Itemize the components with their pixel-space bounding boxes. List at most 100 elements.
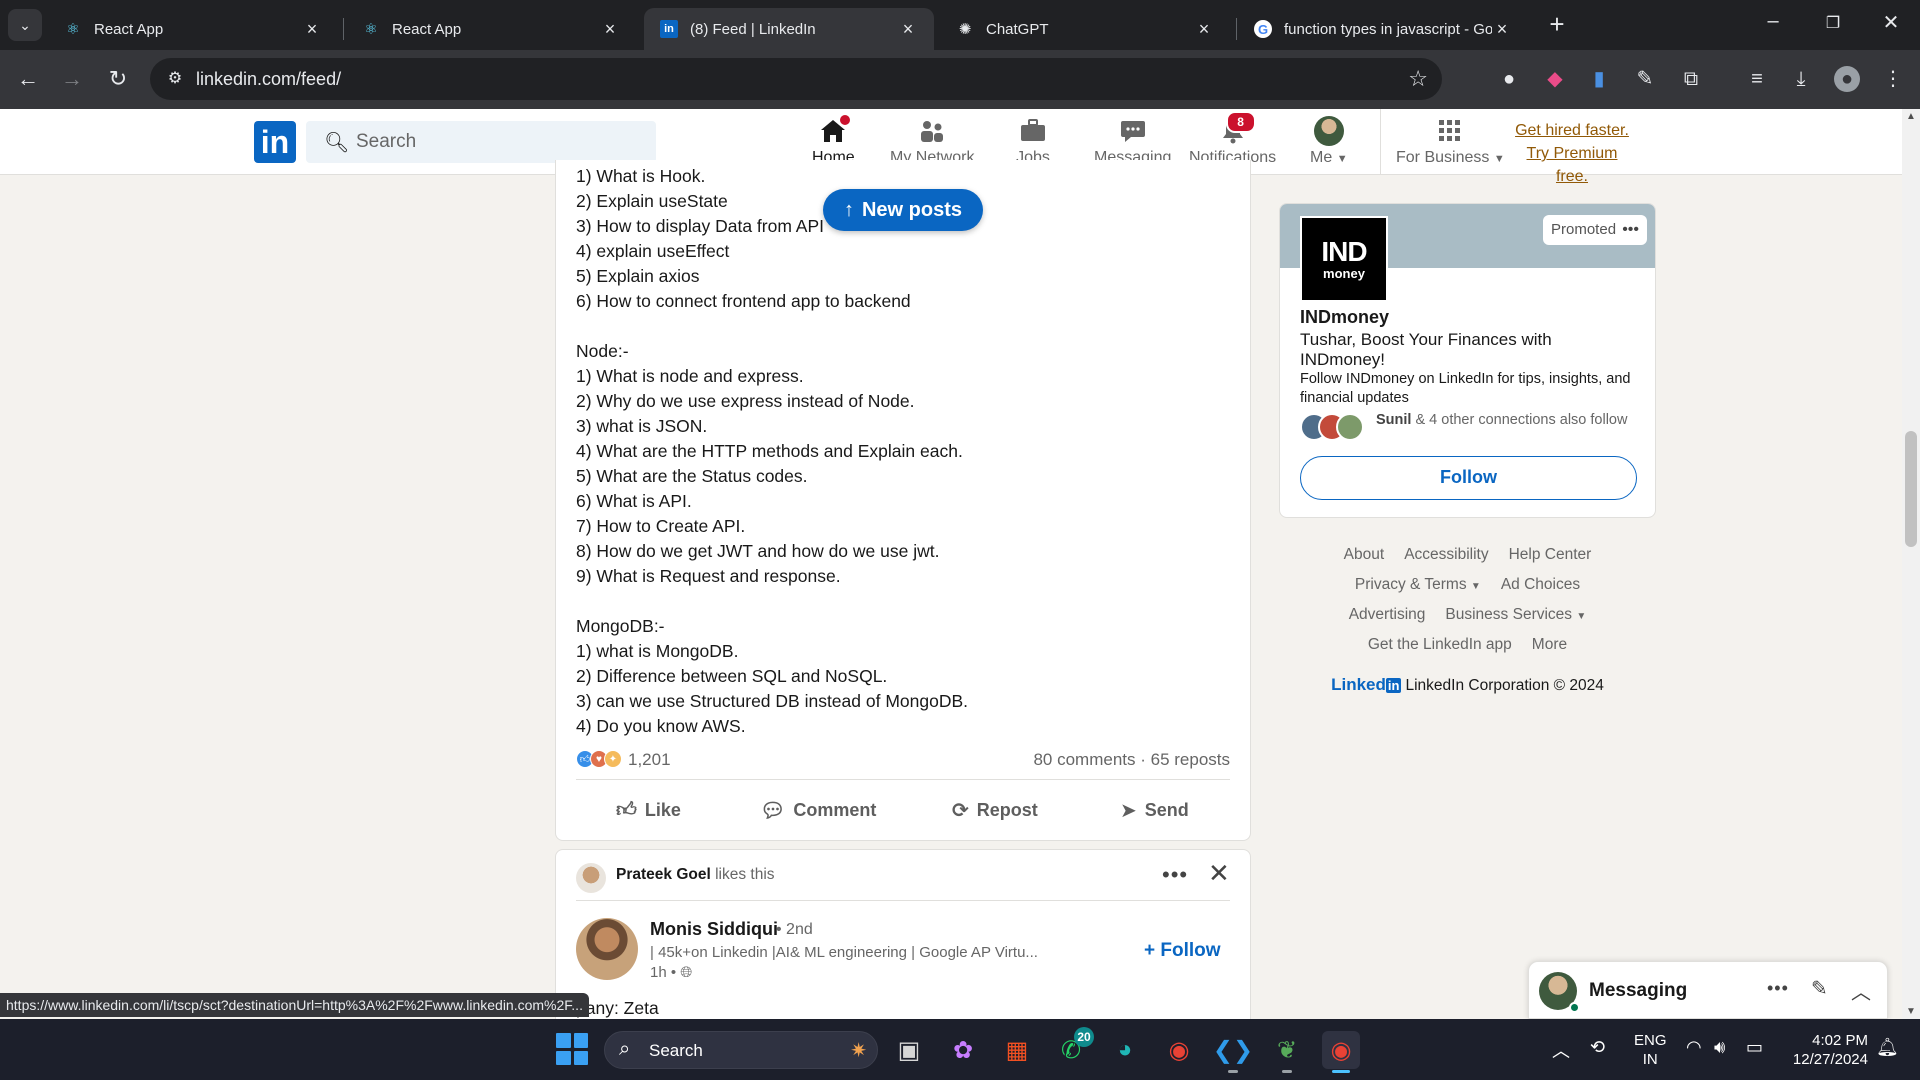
footer-link-help-center[interactable]: Help Center (1509, 546, 1592, 564)
compose-icon[interactable]: ✎ (1811, 976, 1828, 1001)
avatar[interactable] (576, 863, 606, 893)
extension-color-icon[interactable]: ◆ (1542, 66, 1568, 92)
tab-search-button[interactable]: ⌄ (8, 9, 42, 41)
author-name[interactable]: Monis Siddiqui (650, 919, 778, 940)
tab-chatgpt[interactable]: ✺ ChatGPT × (940, 8, 1230, 50)
search-input[interactable] (356, 121, 646, 163)
close-icon[interactable]: ✕ (1208, 858, 1230, 889)
chevron-up-icon[interactable]: ︿ (1552, 1037, 1570, 1063)
windows-start-icon[interactable] (556, 1033, 588, 1065)
nav-me[interactable]: Me ▼ (1310, 115, 1348, 175)
like-button[interactable]: 👍︎ Like (616, 795, 681, 825)
footer-link-more[interactable]: More (1532, 636, 1567, 654)
close-window-icon[interactable]: ✕ (1876, 10, 1906, 35)
url-text[interactable]: linkedin.com/feed/ (196, 69, 341, 90)
scroll-down-arrow-icon[interactable]: ▼ (1906, 1006, 1916, 1017)
follow-company-button[interactable]: Follow (1300, 456, 1637, 500)
search-box[interactable]: 🔍︎ (306, 121, 656, 163)
chevron-up-icon[interactable]: ︿ (1851, 976, 1871, 1005)
post-line: 9) What is Request and response. (576, 566, 841, 586)
taskbar-search[interactable]: ⌕ Search ✷ (604, 1031, 878, 1069)
chrome-icon[interactable]: ◉ (1160, 1031, 1198, 1069)
close-icon[interactable]: × (302, 19, 322, 40)
extensions-puzzle-icon[interactable]: ⧉ (1678, 66, 1704, 92)
comment-button[interactable]: 💬︎ Comment (760, 795, 876, 825)
search-icon: 🔍︎ (324, 132, 350, 154)
send-button[interactable]: ➤ Send (1120, 795, 1189, 825)
reaction-icons[interactable]: 👍︎ ♥ ✦ (576, 750, 622, 768)
post-line: Node:- (576, 341, 629, 361)
extension-docs-icon[interactable]: ▮ (1586, 66, 1612, 92)
reaction-count[interactable]: 1,201 (628, 750, 671, 770)
close-icon[interactable]: × (600, 19, 620, 40)
more-options-icon[interactable]: ••• (1162, 862, 1188, 888)
page-scrollbar[interactable]: ▲ ▼ (1902, 109, 1920, 1019)
more-options-icon[interactable]: ••• (1767, 978, 1789, 999)
copilot-icon[interactable]: ✿ (944, 1031, 982, 1069)
battery-icon[interactable]: ▭ (1746, 1037, 1763, 1058)
browser-menu-icon[interactable]: ⋮ (1880, 66, 1906, 92)
profile-avatar[interactable]: ● (1834, 66, 1860, 92)
whatsapp-icon[interactable]: ✆ 20 (1052, 1027, 1094, 1069)
media-control-icon[interactable]: ≡ (1744, 66, 1770, 92)
sync-icon[interactable]: ⟲ (1590, 1037, 1605, 1058)
new-posts-button[interactable]: ↑ New posts (823, 189, 983, 231)
extension-eyedropper-icon[interactable]: ✎ (1632, 66, 1658, 92)
tab-react-app-1[interactable]: ⚛ React App × (48, 8, 338, 50)
address-bar[interactable]: ⚙ linkedin.com/feed/ ☆ (150, 58, 1442, 100)
close-icon[interactable]: × (1194, 19, 1214, 40)
footer-link-advertising[interactable]: Advertising (1349, 606, 1426, 624)
company-name[interactable]: INDmoney (1300, 307, 1389, 328)
volume-icon[interactable]: 🔊︎ (1714, 1037, 1725, 1058)
nav-for-business[interactable]: For Business ▼ (1396, 115, 1505, 175)
footer-link-about[interactable]: About (1344, 546, 1385, 564)
more-options-icon[interactable]: ••• (1622, 215, 1639, 245)
wifi-icon[interactable]: ◠ (1686, 1037, 1702, 1058)
liker-name[interactable]: Prateek Goel (616, 866, 711, 883)
linkedin-logo[interactable]: in (254, 121, 296, 163)
mongodb-compass-icon[interactable]: ❦ (1268, 1031, 1306, 1073)
restore-icon[interactable]: ❐ (1818, 13, 1848, 33)
task-view-icon[interactable]: ▣ (890, 1031, 928, 1069)
scroll-up-arrow-icon[interactable]: ▲ (1906, 111, 1916, 122)
site-info-icon[interactable]: ⚙ (164, 68, 186, 90)
promoted-label[interactable]: Promoted ••• (1543, 215, 1647, 245)
close-icon[interactable]: × (898, 19, 918, 40)
footer-link-ad-choices[interactable]: Ad Choices (1501, 576, 1580, 594)
reload-icon[interactable]: ↻ (102, 64, 134, 96)
store-icon[interactable]: ▦ (998, 1031, 1036, 1069)
back-icon[interactable]: ← (12, 64, 44, 96)
premium-upsell-link[interactable]: Get hired faster. Try Premium free. (1512, 119, 1632, 188)
forward-icon[interactable]: → (56, 64, 88, 96)
footer-link-get-app[interactable]: Get the LinkedIn app (1368, 636, 1512, 654)
notification-bell-icon[interactable]: 🔔︎ (1876, 1037, 1899, 1058)
copyright-text: LinkedIn Corporation © 2024 (1405, 677, 1604, 694)
footer-link-privacy-terms[interactable]: Privacy & Terms ▼ (1355, 576, 1481, 594)
repost-button[interactable]: ⟳ Repost (952, 795, 1038, 825)
messaging-overlay[interactable]: Messaging ••• ✎ ︿ (1528, 961, 1888, 1019)
extension-mouse-icon[interactable]: ● (1496, 66, 1522, 92)
close-icon[interactable]: × (1492, 19, 1512, 40)
new-posts-label: New posts (861, 198, 963, 221)
tab-react-app-2[interactable]: ⚛ React App × (346, 8, 636, 50)
company-logo[interactable]: IND money (1300, 216, 1388, 302)
scrollbar-thumb[interactable] (1905, 431, 1917, 547)
new-tab-button[interactable]: + (1542, 10, 1572, 40)
messaging-title[interactable]: Messaging (1589, 980, 1687, 1002)
author-avatar[interactable] (576, 918, 638, 980)
bookmark-star-icon[interactable]: ☆ (1408, 66, 1428, 92)
download-icon[interactable]: ⤓ (1788, 66, 1814, 92)
vscode-icon[interactable]: ❮❯ (1213, 1031, 1253, 1073)
comments-reposts-count[interactable]: 80 comments · 65 reposts (1033, 750, 1230, 770)
chrome-active-icon[interactable]: ◉ (1322, 1031, 1360, 1073)
footer-link-accessibility[interactable]: Accessibility (1404, 546, 1488, 564)
clock[interactable]: 4:02 PM 12/27/2024 (1784, 1031, 1868, 1069)
language-indicator[interactable]: ENG IN (1634, 1031, 1667, 1069)
follow-author-button[interactable]: + Follow (1144, 940, 1221, 962)
whatsapp-badge: 20 (1074, 1027, 1094, 1047)
minimize-icon[interactable]: – (1758, 10, 1788, 33)
tab-google-search[interactable]: G function types in javascript - Go × (1238, 8, 1528, 50)
footer-link-business-services[interactable]: Business Services ▼ (1445, 606, 1586, 624)
tab-linkedin-feed[interactable]: in (8) Feed | LinkedIn × (644, 8, 934, 50)
edge-icon[interactable]: ◕ (1106, 1031, 1144, 1069)
